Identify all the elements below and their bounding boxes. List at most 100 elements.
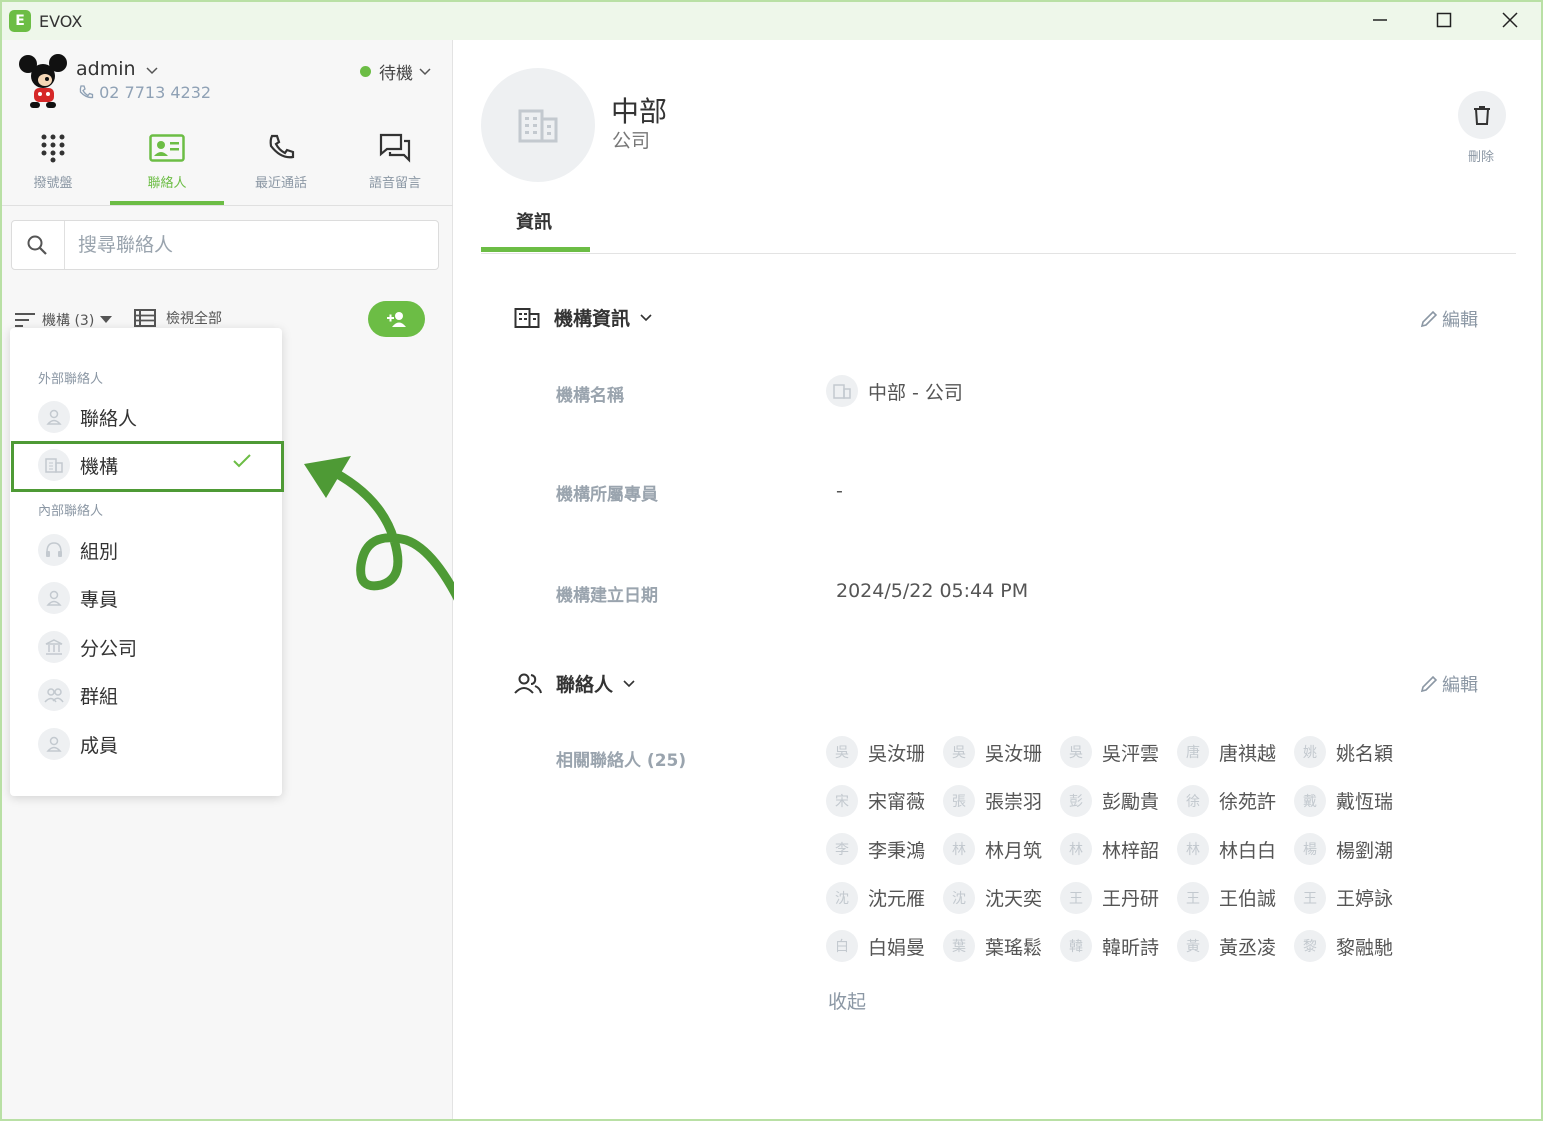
tab-voicemail[interactable]: 語音留言 [338,128,452,206]
status-selector[interactable]: 待機 [360,59,431,84]
detail-panel: 中部 公司 刪除 資訊 機構資訊 編輯 機構名稱 中部 - 公司 機構所屬專員 … [454,40,1541,1119]
contact-name: 林月筑 [985,839,1043,862]
tab-recent-calls[interactable]: 最近通話 [224,128,338,206]
view-all-button[interactable]: 檢視全部 [134,308,222,328]
add-person-icon [386,312,406,327]
contact-chip[interactable]: 彭彭勵貴 [1060,784,1160,817]
delete-label: 刪除 [1468,150,1495,165]
search-input[interactable] [78,231,418,259]
minimize-button[interactable] [1348,2,1412,38]
contact-chip[interactable]: 白白娟曼 [826,930,925,962]
contact-chip[interactable]: 張張崇羽 [943,784,1042,817]
avatar[interactable] [18,54,70,110]
contact-chip[interactable]: 沈沈天奕 [943,881,1042,914]
contact-chip[interactable]: 黃黃丞凌 [1177,930,1276,962]
contact-initial-avatar: 林 [1177,833,1209,865]
menu-item-groups[interactable]: 群組 [10,671,282,719]
contact-chip[interactable]: 林林月筑 [943,833,1042,865]
contact-name: 林白白 [1219,839,1277,862]
contact-chip[interactable]: 王王伯誠 [1177,881,1277,914]
contact-name: 李秉鴻 [868,839,926,862]
close-button[interactable] [1478,2,1542,38]
contact-name: 白娟曼 [868,936,926,959]
divider [64,221,65,269]
contact-chip[interactable]: 唐唐祺越 [1177,736,1276,768]
building-icon [518,109,558,143]
person-icon [38,582,70,614]
menu-item-departments[interactable]: 組別 [10,526,282,574]
contact-initial-avatar: 李 [826,833,858,865]
contact-initial-avatar: 沈 [826,881,858,914]
contact-chip[interactable]: 王王婷詠 [1294,881,1394,914]
menu-item-contacts[interactable]: 聯絡人 [10,393,282,441]
user-name[interactable]: admin [76,58,158,80]
contact-name: 吳汝珊 [868,742,926,765]
person-icon [38,728,70,760]
menu-item-members[interactable]: 成員 [10,720,282,768]
org-info-section-toggle[interactable]: 機構資訊 [514,304,652,331]
field-label-created-date: 機構建立日期 [556,586,658,606]
delete-button[interactable] [1458,91,1506,139]
contact-chip[interactable]: 吳吳泙雲 [1060,736,1159,768]
menu-item-agents[interactable]: 專員 [10,574,282,622]
contact-initial-avatar: 楊 [1294,833,1326,865]
contact-chip[interactable]: 戴戴恆瑞 [1294,784,1394,817]
collapse-button[interactable]: 收起 [828,987,866,1014]
contact-name: 吳汝珊 [985,742,1043,765]
add-contact-button[interactable] [368,301,425,337]
chevron-down-icon [146,67,158,75]
contact-chip[interactable]: 李李秉鴻 [826,833,925,865]
contact-initial-avatar: 黎 [1294,930,1326,962]
contacts-section-toggle[interactable]: 聯絡人 [514,670,635,697]
edit-contacts-button[interactable]: 編輯 [1420,671,1478,697]
pencil-icon [1420,310,1438,328]
field-value-created-date: 2024/5/22 05:44 PM [836,580,1029,602]
contact-name: 戴恆瑞 [1336,791,1394,813]
tab-info[interactable]: 資訊 [516,208,552,234]
chevron-down-icon [640,313,652,321]
tab-contacts[interactable]: 聯絡人 [110,128,224,206]
tab-dialpad[interactable]: 撥號盤 [0,128,110,206]
contact-initial-avatar: 姚 [1294,736,1326,768]
contact-chip[interactable]: 姚姚名穎 [1294,736,1393,768]
contact-chip[interactable]: 徐徐苑許 [1177,784,1277,817]
contact-chip[interactable]: 韓韓昕詩 [1060,930,1159,962]
divider [2,205,453,206]
phone-icon [224,128,338,168]
external-contacts-heading: 外部聯絡人 [38,372,104,387]
building-icon [826,375,858,407]
org-name: 中部 [611,95,668,128]
contact-chip[interactable]: 宋宋甯薇 [826,784,925,817]
contact-name: 黎融馳 [1336,936,1394,959]
app-title: EVOX [39,11,83,31]
divider [481,253,1516,254]
contact-chip[interactable]: 沈沈元雁 [826,881,925,914]
contact-chip[interactable]: 王王丹研 [1060,881,1160,914]
contact-chip[interactable]: 林林白白 [1177,833,1276,865]
edit-org-info-button[interactable]: 編輯 [1420,306,1478,332]
contact-initial-avatar: 宋 [826,784,858,817]
contact-chip[interactable]: 黎黎融馳 [1294,930,1393,962]
contact-chip[interactable]: 林林梓韶 [1060,833,1159,865]
contact-name: 徐苑許 [1219,791,1277,813]
contact-name: 王伯誠 [1219,888,1277,910]
pencil-icon [1420,675,1438,693]
menu-item-branches[interactable]: 分公司 [10,623,282,671]
contact-name: 王丹研 [1102,888,1160,910]
contact-chip[interactable]: 吳吳汝珊 [826,736,925,768]
contact-chip[interactable]: 楊楊劉潮 [1294,833,1393,865]
contact-name: 王婷詠 [1336,888,1394,910]
contact-card-icon [110,128,224,168]
maximize-button[interactable] [1412,2,1476,38]
contact-name: 唐祺越 [1219,742,1277,765]
contact-name: 彭勵貴 [1102,791,1160,813]
contact-initial-avatar: 吳 [826,736,858,768]
contact-name: 黃丞凌 [1219,936,1277,959]
filter-dropdown[interactable]: 機構 (3) [14,310,113,330]
person-icon [38,401,70,433]
trash-icon [1474,106,1490,125]
contact-initial-avatar: 沈 [943,881,975,914]
contact-name: 葉瑤鬆 [985,936,1043,959]
contact-chip[interactable]: 葉葉瑤鬆 [943,930,1042,962]
contact-chip[interactable]: 吳吳汝珊 [943,736,1042,768]
